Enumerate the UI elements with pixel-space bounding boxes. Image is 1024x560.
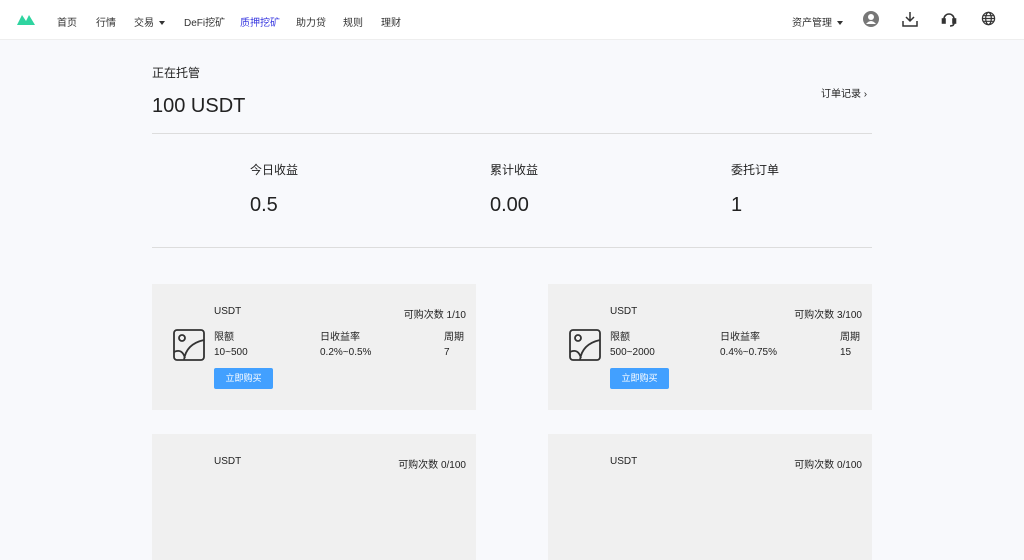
stat-label-orders: 委托订单 <box>731 163 780 177</box>
nav-trade[interactable]: 交易 <box>134 14 165 29</box>
period-value: 7 <box>444 347 450 358</box>
nav-market[interactable]: 行情 <box>96 14 116 29</box>
globe-icon[interactable] <box>981 11 996 26</box>
caret-down-icon <box>837 21 843 26</box>
headset-icon[interactable] <box>941 11 957 27</box>
nav-defi-mining[interactable]: DeFi挖矿 <box>184 14 225 29</box>
limit-label: 限额 <box>214 332 234 343</box>
rate-label: 日收益率 <box>320 332 360 343</box>
period-label: 周期 <box>840 332 860 343</box>
divider <box>152 133 872 134</box>
download-icon[interactable] <box>902 11 918 27</box>
product-card: USDT 可购次数 0/100 <box>152 434 476 560</box>
period-value: 15 <box>840 347 852 358</box>
rate-value: 0.2%~0.5% <box>320 347 372 358</box>
asset-management-label: 资产管理 <box>792 18 832 29</box>
period-label: 周期 <box>444 332 464 343</box>
stat-label-today: 今日收益 <box>250 163 299 177</box>
caret-down-icon <box>159 21 165 26</box>
user-avatar-icon[interactable] <box>863 11 879 27</box>
purchase-count: 可购次数 0/100 <box>794 460 862 471</box>
product-coin: USDT <box>214 306 242 317</box>
limit-value: 10~500 <box>214 347 248 358</box>
product-coin: USDT <box>610 306 638 317</box>
nav-loan[interactable]: 助力贷 <box>296 14 326 29</box>
buy-now-button[interactable]: 立即购买 <box>214 368 273 389</box>
buy-now-button[interactable]: 立即购买 <box>610 368 669 389</box>
top-nav: 首页 行情 交易 DeFi挖矿 质押挖矿 助力贷 规则 理财 资产管理 <box>0 0 1024 40</box>
nav-trade-label: 交易 <box>134 18 154 29</box>
nav-rules[interactable]: 规则 <box>343 14 363 29</box>
rate-value: 0.4%~0.75% <box>720 347 777 358</box>
image-placeholder-icon <box>569 329 601 361</box>
chevron-right-icon: › <box>863 89 868 100</box>
custody-amount: 100 USDT <box>152 95 246 117</box>
product-coin: USDT <box>214 456 242 467</box>
product-card: USDT 可购次数 1/10 限额 10~500 日收益率 0.2%~0.5% … <box>152 284 476 410</box>
nav-staking-mining[interactable]: 质押挖矿 <box>240 14 280 29</box>
stat-label-total: 累计收益 <box>490 163 539 177</box>
limit-label: 限额 <box>610 332 630 343</box>
product-coin: USDT <box>610 456 638 467</box>
product-card: USDT 可购次数 3/100 限额 500~2000 日收益率 0.4%~0.… <box>548 284 872 410</box>
divider <box>152 247 872 248</box>
stat-value-orders: 1 <box>731 194 743 216</box>
custody-title: 正在托管 <box>152 66 201 80</box>
order-records-link[interactable]: 订单记录 › <box>821 85 867 100</box>
asset-management-menu[interactable]: 资产管理 <box>792 14 843 29</box>
nav-home[interactable]: 首页 <box>57 14 77 29</box>
product-card: USDT 可购次数 0/100 <box>548 434 872 560</box>
rate-label: 日收益率 <box>720 332 760 343</box>
purchase-count: 可购次数 1/10 <box>403 310 466 321</box>
purchase-count: 可购次数 0/100 <box>398 460 466 471</box>
image-placeholder-icon <box>173 329 205 361</box>
order-records-label: 订单记录 <box>821 89 861 100</box>
nav-finance[interactable]: 理财 <box>381 14 401 29</box>
logo[interactable] <box>17 13 35 25</box>
purchase-count: 可购次数 3/100 <box>794 310 862 321</box>
stat-value-total: 0.00 <box>490 194 529 216</box>
limit-value: 500~2000 <box>610 347 655 358</box>
stat-value-today: 0.5 <box>250 194 278 216</box>
